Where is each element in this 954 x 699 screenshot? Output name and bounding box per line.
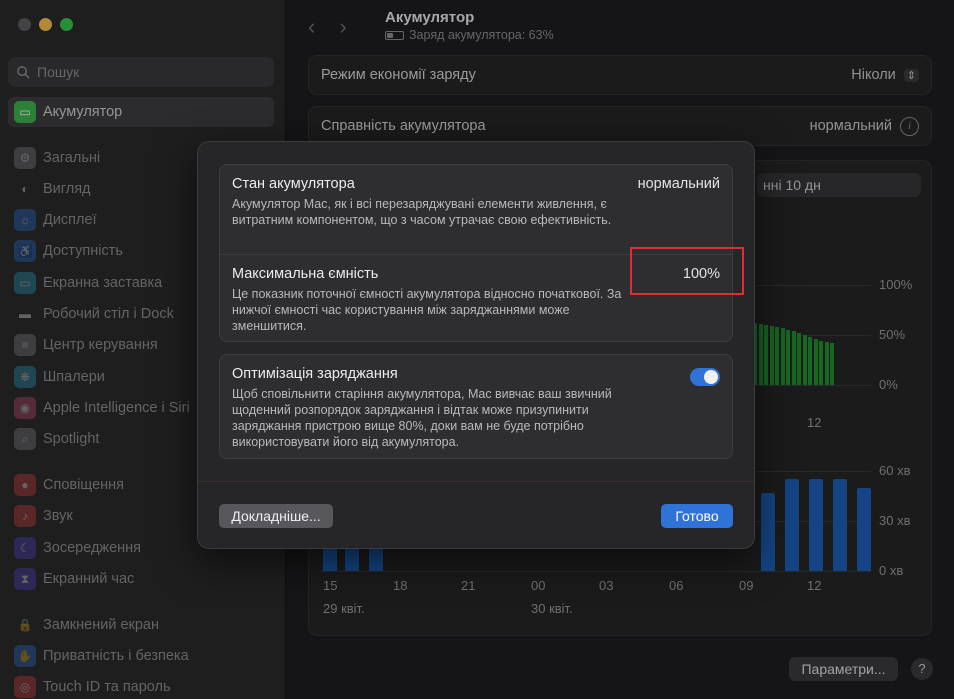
- learn-more-button[interactable]: Докладніше...: [219, 504, 333, 528]
- optimized-charging-toggle[interactable]: [690, 368, 720, 386]
- optimized-charging-row: Оптимізація заряджання Щоб сповільнити с…: [232, 366, 720, 450]
- optimized-charging-description: Щоб сповільнити старіння акумулятора, Ma…: [232, 387, 612, 449]
- optimized-charging-card: Оптимізація заряджання Щоб сповільнити с…: [219, 354, 733, 459]
- battery-condition-row: Стан акумулятора нормальний Акумулятор M…: [232, 176, 720, 228]
- battery-health-dialog: Стан акумулятора нормальний Акумулятор M…: [197, 141, 755, 549]
- battery-condition-description: Акумулятор Mac, як і всі перезаряджувані…: [232, 197, 612, 227]
- done-button[interactable]: Готово: [661, 504, 733, 528]
- max-capacity-description: Це показник поточної ємності акумулятора…: [232, 287, 622, 333]
- highlight-annotation-box: [630, 247, 744, 295]
- optimized-charging-title: Оптимізація заряджання: [232, 366, 398, 382]
- dialog-footer-divider: [198, 481, 754, 482]
- battery-condition-value: нормальний: [637, 176, 720, 192]
